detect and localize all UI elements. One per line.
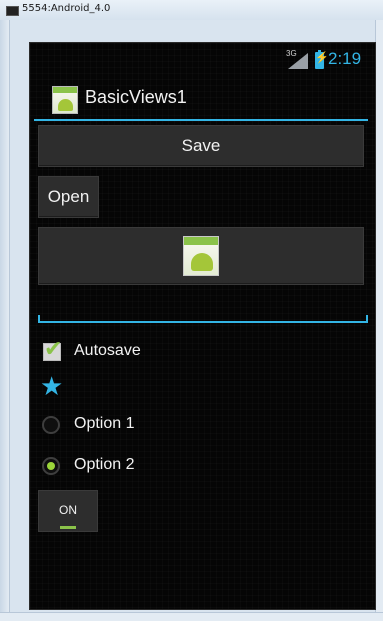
android-app-icon[interactable]	[52, 86, 78, 114]
image-button[interactable]	[38, 227, 364, 285]
android-robot-icon	[191, 253, 213, 271]
window-title: 5554:Android_4.0	[22, 3, 111, 14]
window-frame-left	[0, 20, 10, 621]
radio-checked-icon[interactable]	[42, 457, 60, 475]
radio-option-2[interactable]: Option 2	[38, 451, 238, 481]
checkbox-checked-icon[interactable]	[43, 338, 62, 361]
window-frame-right	[375, 20, 383, 621]
toggle-button[interactable]: ON	[38, 490, 98, 532]
radio-option-1-label: Option 1	[74, 415, 135, 432]
app-title: BasicViews1	[85, 87, 187, 107]
signal-strength-icon	[288, 53, 308, 69]
star-icon[interactable]: ★	[40, 373, 63, 399]
toggle-button-label: ON	[59, 503, 77, 517]
autosave-label: Autosave	[74, 342, 141, 359]
action-bar: BasicViews1	[30, 75, 375, 121]
open-button-label: Open	[47, 187, 90, 206]
window-frame-bottom	[0, 612, 383, 621]
radio-option-2-label: Option 2	[74, 456, 135, 473]
status-bar: 3G 2:19	[30, 43, 375, 75]
radio-option-1[interactable]: Option 1	[38, 410, 238, 440]
radio-unchecked-icon[interactable]	[42, 416, 60, 434]
emulator-window-icon	[6, 6, 19, 16]
status-clock: 2:19	[328, 49, 362, 68]
autosave-checkbox[interactable]: Autosave	[38, 337, 238, 367]
toggle-on-indicator	[60, 526, 76, 529]
save-button[interactable]: Save	[38, 125, 364, 167]
window-titlebar: 5554:Android_4.0	[0, 0, 383, 21]
text-input-field[interactable]	[38, 301, 368, 323]
save-button-label: Save	[181, 136, 221, 155]
android-image-icon	[183, 236, 219, 276]
action-bar-divider	[34, 119, 368, 121]
open-button[interactable]: Open	[38, 176, 99, 218]
android-screen: 3G 2:19 BasicViews1 Save Open Autosave ★…	[29, 42, 376, 610]
battery-charging-icon	[315, 50, 329, 69]
android-image-icon-bar	[184, 237, 218, 245]
